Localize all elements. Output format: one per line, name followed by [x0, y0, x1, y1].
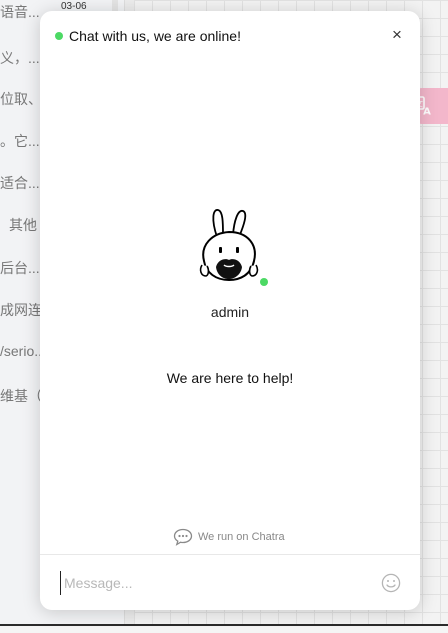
background-row: 后台...	[0, 260, 40, 276]
powered-by-text: We run on Chatra	[198, 531, 285, 543]
agent-online-dot	[260, 278, 268, 286]
chat-header: Chat with us, we are online! ×	[40, 11, 420, 61]
chat-title: Chat with us, we are online!	[69, 28, 241, 44]
bunny-avatar-icon	[199, 209, 259, 282]
close-button[interactable]: ×	[388, 26, 406, 44]
chat-bubble-icon	[173, 528, 193, 546]
agent-name: admin	[210, 304, 250, 320]
online-status-dot	[55, 32, 63, 40]
background-row: 语音...	[0, 4, 40, 20]
svg-text:A: A	[423, 107, 431, 117]
message-input[interactable]	[60, 571, 364, 595]
background-row: 义，...	[0, 50, 40, 66]
powered-by-link[interactable]: We run on Chatra	[173, 527, 285, 547]
background-row: 其他	[9, 217, 37, 233]
emoji-button[interactable]	[381, 573, 401, 593]
background-row: 。它...	[0, 133, 40, 149]
welcome-message: We are here to help!	[166, 370, 294, 386]
composer-divider	[40, 554, 420, 555]
chat-widget: Chat with us, we are online! × admin We …	[40, 11, 420, 610]
smiley-icon	[381, 573, 401, 593]
background-row: 适合...	[0, 175, 40, 191]
agent-avatar	[196, 205, 262, 287]
bottom-bar	[0, 624, 448, 633]
